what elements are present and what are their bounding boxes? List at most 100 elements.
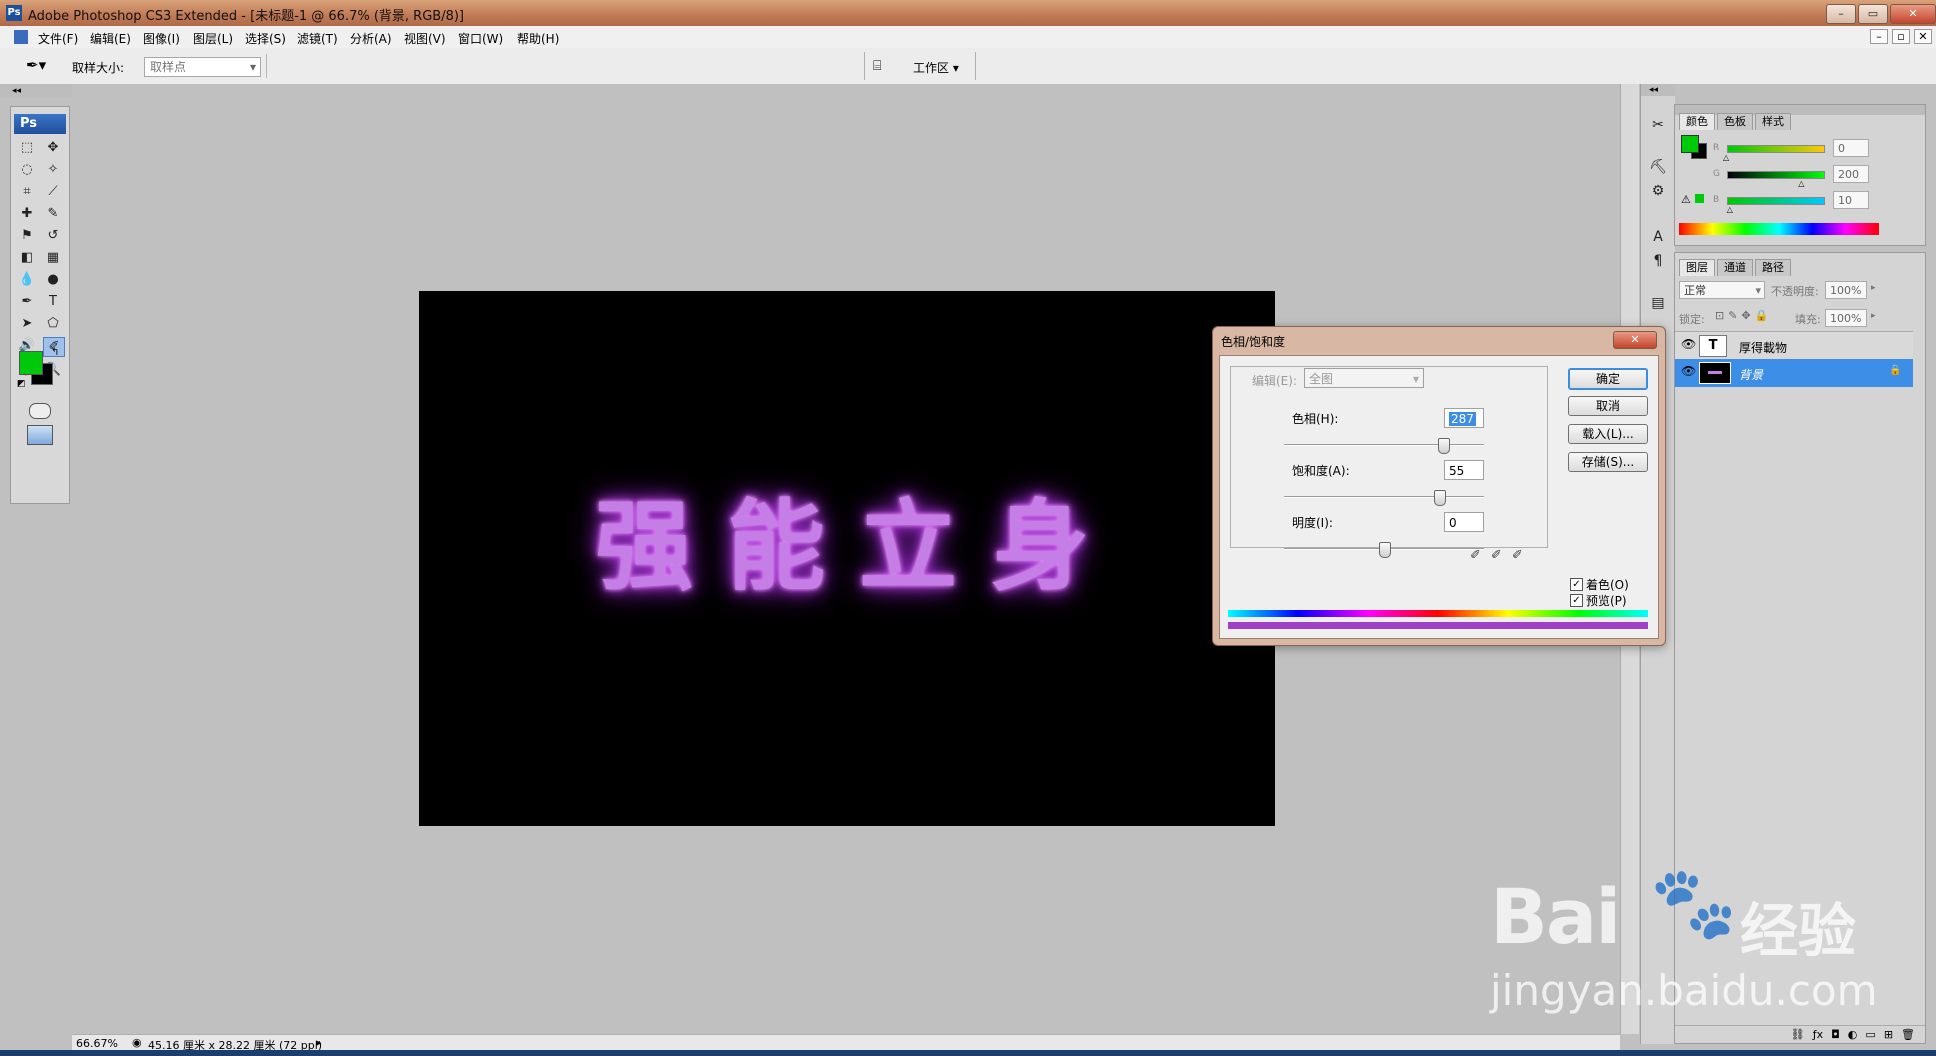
status-info-icon[interactable]: ◉ [132, 1036, 142, 1049]
menu-analysis[interactable]: 分析(A) [350, 30, 392, 47]
history-brush-icon[interactable]: ↺ [43, 227, 63, 245]
new-group-icon[interactable]: ▭ [1865, 1026, 1875, 1043]
foreground-color-swatch[interactable] [19, 351, 43, 375]
gamut-swatch[interactable] [1695, 194, 1704, 203]
menu-filter[interactable]: 滤镜(T) [297, 30, 338, 47]
menu-window[interactable]: 窗口(W) [458, 30, 503, 47]
panel-foreground-swatch[interactable] [1681, 135, 1699, 153]
layer-comps-panel-icon[interactable]: ▤ [1646, 292, 1670, 314]
screen-mode-icon[interactable] [27, 425, 53, 445]
tab-channels[interactable]: 通道 [1717, 259, 1753, 276]
brush-tool-icon[interactable]: ✎ [43, 205, 63, 223]
layer-name[interactable]: 厚得載物 [1739, 339, 1787, 356]
link-layers-icon[interactable]: ⛓ [1791, 1026, 1805, 1043]
move-tool-icon[interactable]: ✥ [43, 139, 63, 157]
layer-row-selected[interactable]: 👁 背景 🔒 [1675, 359, 1913, 387]
document-canvas[interactable]: 强能立身 [419, 291, 1275, 826]
document-icon[interactable] [14, 30, 28, 44]
dock-collapse-icon[interactable]: ◂◂ [1641, 84, 1675, 96]
doc-close-button[interactable]: ✕ [1914, 29, 1932, 44]
tools-panel-icon[interactable]: ✂ [1646, 114, 1670, 136]
layer-style-icon[interactable]: ƒx [1813, 1026, 1823, 1043]
pen-tool-icon[interactable]: ✒ [17, 293, 37, 311]
blend-mode-select[interactable]: 正常 ▾ [1679, 281, 1765, 299]
marquee-tool-icon[interactable]: ⬚ [17, 139, 37, 157]
saturation-input[interactable]: 55 [1444, 460, 1484, 480]
menu-layer[interactable]: 图层(L) [193, 30, 233, 47]
save-button[interactable]: 存储(S)... [1568, 452, 1648, 472]
menu-help[interactable]: 帮助(H) [517, 30, 559, 47]
g-slider-track[interactable] [1727, 171, 1825, 179]
gamut-warning-icon[interactable]: ⚠ [1681, 193, 1691, 206]
dodge-tool-icon[interactable]: ● [43, 271, 63, 289]
eyedropper-subtract-icon[interactable]: ✐ [1512, 548, 1523, 563]
doc-minimize-button[interactable]: – [1870, 29, 1888, 44]
lightness-slider-thumb[interactable] [1379, 542, 1391, 558]
layer-mask-icon[interactable]: ◘ [1831, 1026, 1840, 1043]
color-ramp[interactable] [1679, 223, 1879, 235]
fill-arrow-icon[interactable]: ▸ [1871, 311, 1876, 321]
toolbox-collapse[interactable]: ◂◂ [0, 85, 72, 97]
b-value-input[interactable]: 10 [1833, 191, 1869, 209]
r-value-input[interactable]: 0 [1833, 139, 1869, 157]
sample-size-select[interactable]: 取样点 ▾ [144, 57, 261, 77]
r-slider-thumb[interactable]: △ [1723, 153, 1729, 162]
lock-icons[interactable]: ⊡✎✥🔒 [1715, 309, 1772, 322]
quick-mask-icon[interactable] [29, 403, 51, 419]
colorize-checkbox[interactable]: ✓ [1570, 578, 1583, 591]
opacity-arrow-icon[interactable]: ▸ [1871, 283, 1876, 293]
layer-row[interactable]: 👁 T 厚得載物 [1675, 331, 1913, 361]
edit-select[interactable]: 全图 ▾ [1304, 368, 1424, 388]
b-slider-thumb[interactable]: △ [1727, 205, 1733, 214]
type-tool-icon[interactable]: T [43, 293, 63, 311]
gradient-tool-icon[interactable]: ▦ [43, 249, 63, 267]
b-slider-track[interactable] [1727, 197, 1825, 205]
tab-layers[interactable]: 图层 [1679, 259, 1715, 276]
status-menu-arrow-icon[interactable]: ▸ [316, 1036, 322, 1049]
tab-color[interactable]: 颜色 [1679, 113, 1715, 130]
eraser-tool-icon[interactable]: ◧ [17, 249, 37, 267]
adjustment-layer-icon[interactable]: ◐ [1848, 1026, 1858, 1043]
path-selection-icon[interactable]: ➤ [17, 315, 37, 333]
opacity-input[interactable]: 100% [1825, 281, 1867, 299]
fill-input[interactable]: 100% [1825, 309, 1867, 327]
tab-styles[interactable]: 样式 [1755, 113, 1791, 130]
preview-checkbox[interactable]: ✓ [1570, 594, 1583, 607]
cancel-button[interactable]: 取消 [1568, 396, 1648, 416]
menu-image[interactable]: 图像(I) [143, 30, 180, 47]
zoom-level[interactable]: 66.67% [76, 1037, 118, 1050]
magic-wand-icon[interactable]: ✧ [43, 161, 63, 179]
dialog-close-button[interactable]: ✕ [1613, 331, 1657, 349]
saturation-slider-track[interactable] [1284, 496, 1484, 498]
tab-swatches[interactable]: 色板 [1717, 113, 1753, 130]
default-colors-icon[interactable]: ◩ [17, 379, 26, 389]
close-button[interactable]: ✕ [1890, 4, 1936, 24]
g-slider-thumb[interactable]: △ [1798, 179, 1804, 188]
hue-input[interactable]: 287 [1444, 408, 1484, 428]
saturation-slider-thumb[interactable] [1434, 490, 1446, 506]
tab-paths[interactable]: 路径 [1755, 259, 1791, 276]
restore-button[interactable]: ▭ [1858, 4, 1888, 24]
minimize-button[interactable]: – [1826, 4, 1856, 24]
load-button[interactable]: 载入(L)... [1568, 424, 1648, 444]
g-value-input[interactable]: 200 [1833, 165, 1869, 183]
hue-slider-thumb[interactable] [1438, 438, 1451, 454]
eye-icon[interactable]: 👁 [1681, 337, 1696, 351]
new-layer-icon[interactable]: ⊞ [1884, 1026, 1893, 1043]
hue-slider-track[interactable] [1284, 444, 1484, 446]
healing-brush-icon[interactable]: ✚ [17, 205, 37, 223]
colorize-label[interactable]: 着色(O) [1586, 576, 1629, 593]
menu-view[interactable]: 视图(V) [404, 30, 446, 47]
ps-logo[interactable]: Ps [14, 114, 66, 134]
swap-colors-icon[interactable]: ↰ [51, 347, 59, 358]
menu-edit[interactable]: 编辑(E) [90, 30, 131, 47]
character-panel-icon[interactable]: A [1646, 226, 1670, 248]
doc-restore-button[interactable]: ▫ [1892, 29, 1910, 44]
layer-name[interactable]: 背景 [1739, 366, 1763, 383]
ok-button[interactable]: 确定 [1568, 368, 1648, 390]
shape-tool-icon[interactable]: ⬠ [43, 315, 63, 333]
menu-select[interactable]: 选择(S) [245, 30, 286, 47]
eyedropper-icon[interactable]: ✒▾ [26, 56, 46, 74]
menu-file[interactable]: 文件(F) [38, 30, 78, 47]
lightness-input[interactable]: 0 [1444, 512, 1484, 532]
